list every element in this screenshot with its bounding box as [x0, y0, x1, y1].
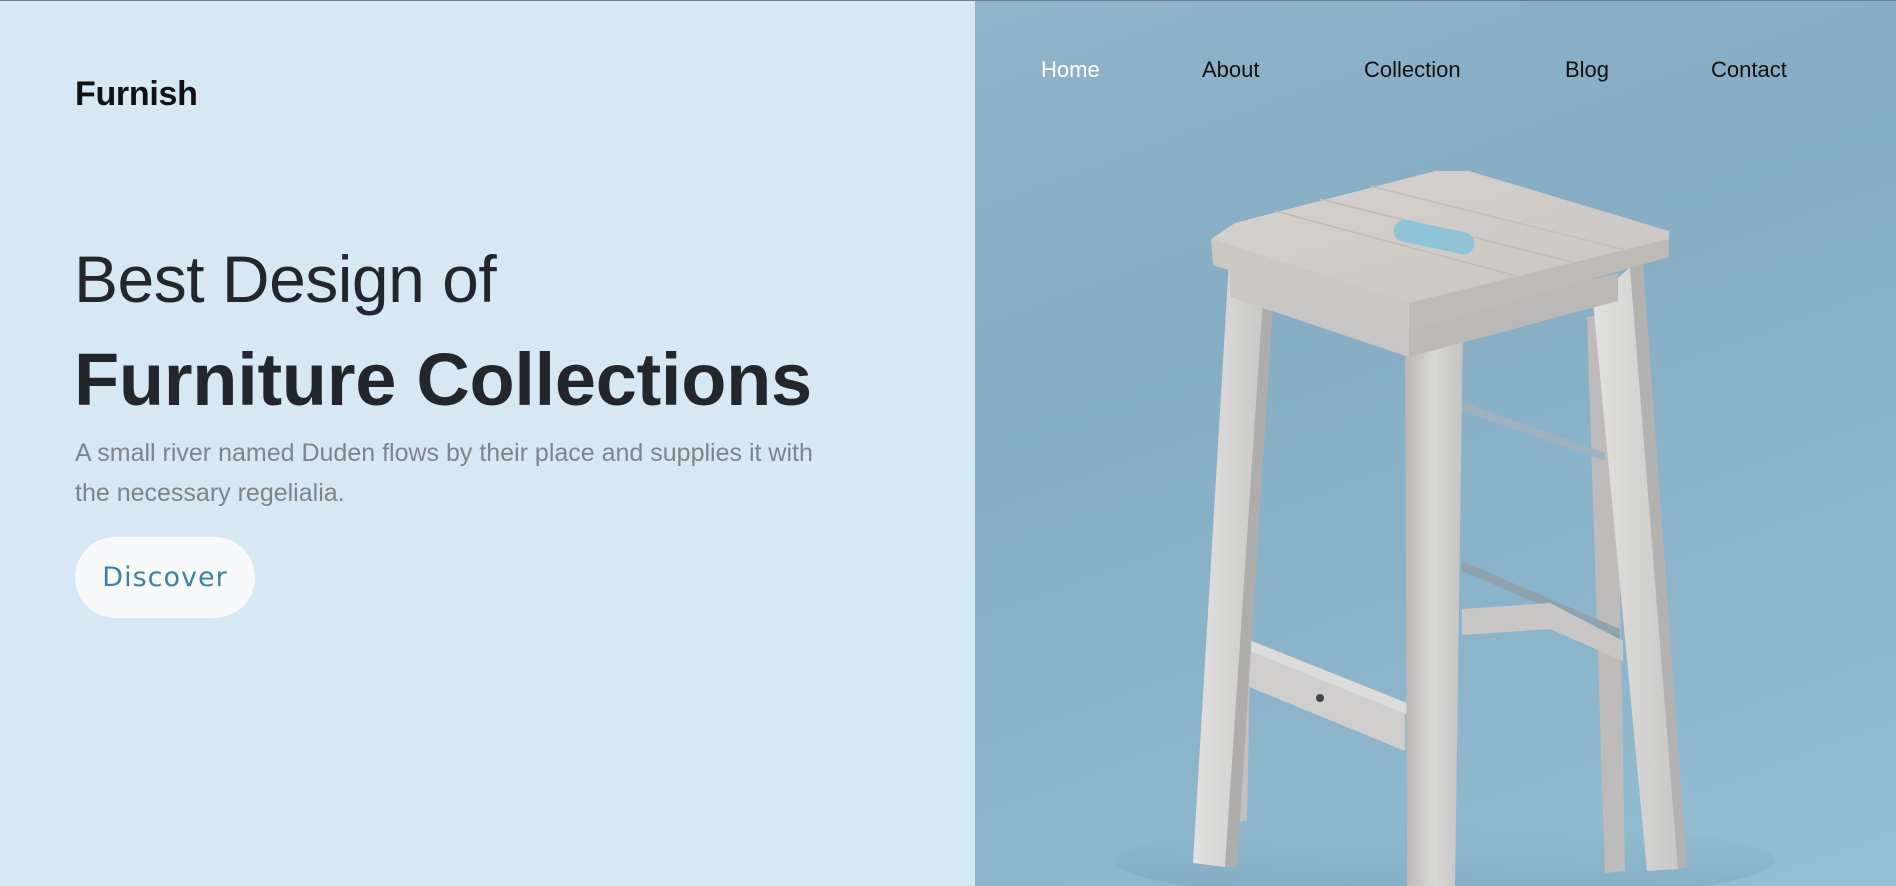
- nav-item-contact[interactable]: Contact: [1711, 57, 1787, 83]
- stool-image: [1115, 171, 1775, 886]
- hero-left-panel: Furnish Best Design of Furniture Collect…: [0, 1, 975, 886]
- stretcher-screw: [1316, 694, 1324, 702]
- nav-item-collection[interactable]: Collection: [1364, 57, 1461, 83]
- hero-subtitle: A small river named Duden flows by their…: [75, 439, 813, 507]
- landing-page: Furnish Best Design of Furniture Collect…: [0, 0, 1896, 886]
- nav-item-about[interactable]: About: [1202, 57, 1260, 83]
- nav-item-home[interactable]: Home: [1041, 57, 1100, 83]
- hero-headline-bold: Furniture Collections: [74, 338, 812, 421]
- front-right-leg: [1405, 323, 1463, 886]
- nav-item-blog[interactable]: Blog: [1565, 57, 1609, 83]
- brand-logo[interactable]: Furnish: [75, 75, 198, 114]
- metal-rod-upper: [1462, 402, 1605, 461]
- hero-image-panel: Home About Collection Blog Contact: [975, 1, 1896, 886]
- hero-headline-light: Best Design of: [74, 242, 497, 316]
- discover-button[interactable]: Discover: [75, 537, 255, 618]
- main-nav: Home About Collection Blog Contact: [975, 57, 1896, 89]
